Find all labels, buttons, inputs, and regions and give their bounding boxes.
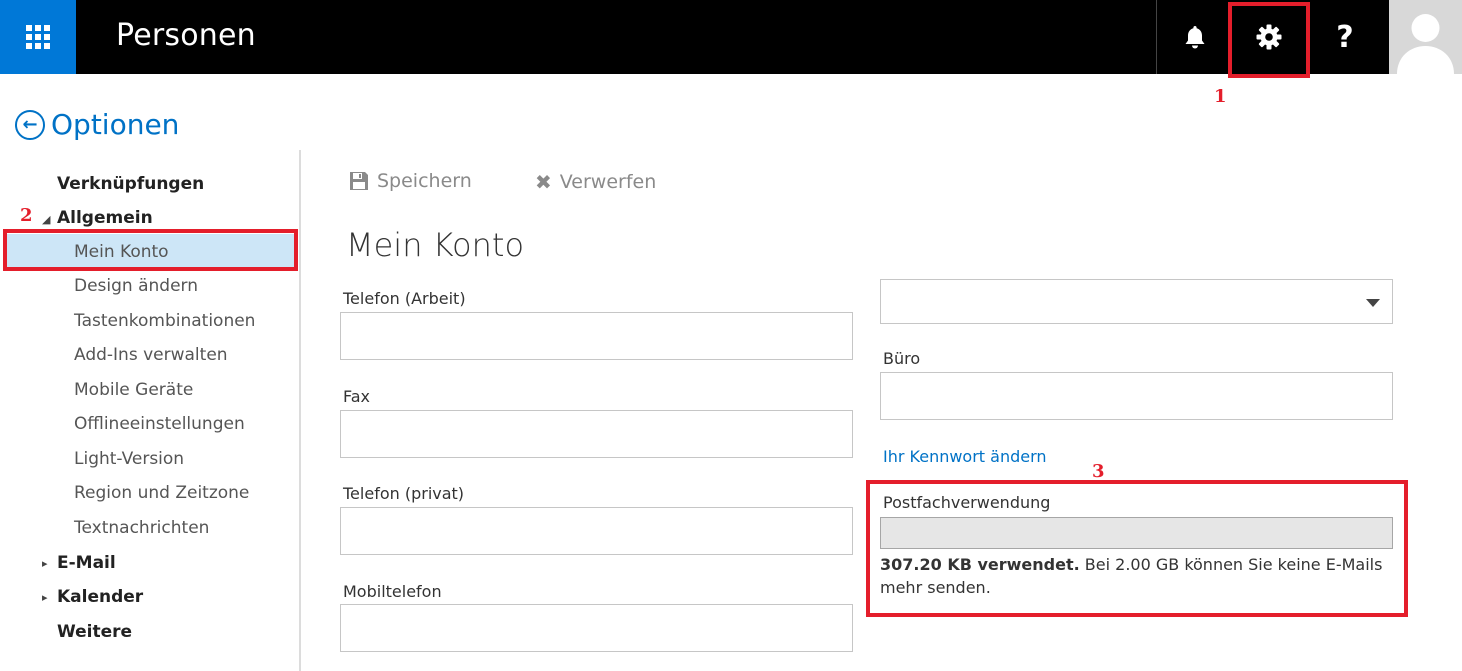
options-title: Optionen (51, 108, 180, 141)
annotation-number-2: 2 (20, 205, 33, 226)
save-icon (350, 172, 368, 190)
caret-expanded-icon[interactable]: ◢ (42, 213, 50, 226)
discard-button[interactable]: ✖ Verwerfen (535, 170, 656, 194)
phone-private-label: Telefon (privat) (343, 484, 465, 503)
help-button[interactable]: ? (1307, 0, 1383, 74)
save-button[interactable]: Speichern (349, 170, 472, 192)
mobile-phone-field[interactable] (340, 604, 853, 652)
close-icon: ✖ (535, 170, 552, 194)
sidebar-item-offlineeinstellungen[interactable]: Offlineeinstellungen (74, 414, 245, 434)
notifications-button[interactable] (1157, 0, 1233, 74)
user-avatar-icon (1397, 14, 1454, 74)
sidebar-item-design-aendern[interactable]: Design ändern (74, 276, 198, 296)
sidebar-item-light-version[interactable]: Light-Version (74, 449, 184, 469)
sidebar-item-kalender[interactable]: Kalender (57, 587, 143, 607)
fax-field[interactable] (340, 410, 853, 458)
phone-work-field[interactable] (340, 312, 853, 360)
caret-collapsed-icon[interactable]: ▸ (42, 557, 48, 570)
back-arrow-icon: ← (15, 109, 45, 140)
app-launcher-button[interactable] (0, 0, 76, 74)
annotation-box-1 (1228, 2, 1310, 78)
app-title: Personen (116, 18, 256, 53)
options-back-link[interactable]: ← Optionen (15, 108, 179, 141)
sidebar-item-region-zeitzone[interactable]: Region und Zeitzone (74, 483, 249, 503)
mailbox-usage-bar (880, 517, 1393, 549)
waffle-icon (26, 25, 50, 49)
mailbox-usage-text: 307.20 KB verwendet. Bei 2.00 GB können … (880, 553, 1385, 599)
sidebar-item-verknuepfungen[interactable]: Verknüpfungen (57, 174, 204, 194)
annotation-number-3: 3 (1092, 461, 1105, 482)
help-icon: ? (1336, 19, 1354, 55)
sidebar-item-email[interactable]: E-Mail (57, 553, 116, 573)
sidebar-item-allgemein[interactable]: Allgemein (57, 208, 153, 228)
phone-work-label: Telefon (Arbeit) (343, 289, 466, 308)
phone-private-field[interactable] (340, 507, 853, 555)
chevron-down-icon (1366, 299, 1380, 307)
annotation-box-2 (3, 229, 298, 271)
discard-label: Verwerfen (559, 171, 657, 193)
mailbox-usage-label: Postfachverwendung (883, 493, 1051, 512)
caret-collapsed-icon[interactable]: ▸ (42, 591, 48, 604)
country-select[interactable] (880, 279, 1393, 324)
sidebar-item-mobile-geraete[interactable]: Mobile Geräte (74, 380, 193, 400)
sidebar-item-textnachrichten[interactable]: Textnachrichten (74, 518, 209, 538)
fax-label: Fax (343, 387, 371, 406)
office-field[interactable] (880, 372, 1393, 420)
mobile-phone-label: Mobiltelefon (343, 582, 442, 601)
sidebar-item-tastenkombinationen[interactable]: Tastenkombinationen (74, 311, 255, 331)
sidebar-item-weitere[interactable]: Weitere (57, 622, 132, 642)
page-title: Mein Konto (346, 226, 525, 264)
sidebar-item-add-ins[interactable]: Add-Ins verwalten (74, 345, 228, 365)
annotation-number-1: 1 (1214, 86, 1227, 107)
office-label: Büro (883, 349, 921, 368)
bell-icon (1185, 26, 1205, 49)
change-password-link[interactable]: Ihr Kennwort ändern (883, 447, 1047, 466)
avatar[interactable] (1389, 0, 1462, 74)
save-label: Speichern (377, 170, 472, 192)
mailbox-used-amount: 307.20 KB verwendet. (880, 555, 1080, 574)
